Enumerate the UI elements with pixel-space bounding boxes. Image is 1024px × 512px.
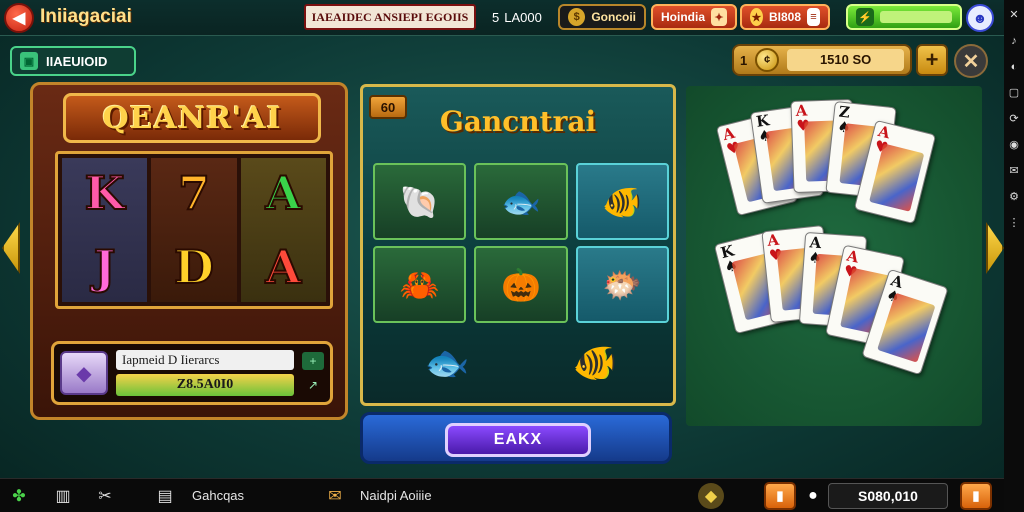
settings-icon[interactable]: ⚙ (1007, 190, 1021, 204)
app-title: Iniiagaciai (40, 6, 132, 27)
close-icon[interactable]: ✕ (1007, 8, 1021, 22)
more-icon[interactable]: ⋮ (1007, 216, 1021, 230)
fish-game-title: Gancntrai (439, 105, 597, 138)
reel-symbol: A (264, 239, 302, 295)
slot-info-label: Iapmeid D Iierarcs (116, 350, 294, 370)
energy-bar (880, 11, 952, 23)
top-bar: ◀ Iniiagaciai IAEAIDEC ANSIEPI EGOIIS 5 … (0, 0, 1004, 36)
plus-small-icon[interactable]: + (302, 352, 324, 370)
spin-bar: EAKX (360, 412, 672, 464)
gold-coin-icon: $ (568, 8, 586, 26)
shop-button[interactable]: ▮ (960, 482, 992, 510)
slot-game-panel[interactable]: QEANR'AI K J 7 D A A ◆ Iapmeid D Iierarc… (30, 82, 348, 420)
gift-icon: ✦ (711, 8, 727, 26)
side-rail: ✕ ♪ ◐ ▢ ⟳ ◉ ✉ ⚙ ⋮ (1004, 0, 1024, 512)
ticket-icon: ▮ (776, 488, 784, 503)
reel-symbol: A (264, 165, 302, 221)
camera-icon[interactable]: ◉ (1007, 138, 1021, 152)
fish-icon: 🐟 (474, 163, 568, 240)
close-button[interactable]: ✕ (954, 44, 988, 78)
bottom-label-1[interactable]: Gahcqas (192, 488, 244, 503)
shop-icon: ▮ (972, 488, 980, 503)
coin-balance-bar: 1 ¢ 1510 SO (732, 44, 912, 76)
clover-icon[interactable]: ✤ (8, 485, 30, 507)
reel: K J (62, 158, 148, 302)
mail-icon[interactable]: ✉ (324, 485, 346, 507)
fish-grid: 🐚 🦀 🐟 🎃 🐠 🐡 (373, 163, 669, 323)
spin-button[interactable]: EAKX (445, 423, 591, 457)
slot-title-banner: QEANR'AI (63, 93, 321, 143)
profile-icon: ☻ (972, 10, 988, 26)
fish-bottom-row: 🐟 🐠 (373, 331, 669, 395)
close-x-icon: ✕ (962, 50, 980, 73)
card-game-panel[interactable]: A ♥ K ♠ A ♥ Z ♠ A ♥ K ♠ A ♥ A ♠ A ♥ A ♠ (686, 86, 982, 426)
menu-icon: ≡ (807, 8, 820, 26)
chip-counter: 5 LA000 (492, 6, 542, 28)
speaker-icon[interactable]: ◐ (1007, 60, 1021, 74)
red2-label: BI808 (768, 10, 802, 24)
expand-icon[interactable]: ↗ (302, 376, 324, 394)
ticket-button[interactable]: ▮ (764, 482, 796, 510)
fish-game-panel[interactable]: 60 Gancntrai 🐚 🦀 🐟 🎃 🐠 🐡 🐟 🐠 (360, 84, 676, 406)
reel-symbol: J (93, 239, 117, 295)
reel: 7 D (151, 158, 237, 302)
chip-value: LA000 (504, 9, 542, 25)
tag-icon: ▣ (20, 52, 38, 70)
gold-label: Goncoii (591, 10, 636, 24)
category-tag-label: IIAEUIOID (46, 53, 108, 69)
add-coins-button[interactable]: + (916, 44, 948, 76)
promo-banner[interactable]: IAEAIDEC ANSIEPI EGOIIS (304, 4, 476, 30)
green-energy-pill[interactable]: ⚡ (846, 4, 962, 30)
star-icon: ★ (750, 8, 763, 26)
tuna-icon: 🐟 (424, 342, 470, 383)
coin-prefix: 1 (740, 52, 748, 68)
gift-box-icon[interactable]: ▤ (154, 485, 176, 507)
reel-symbol: K (84, 165, 126, 221)
pufferfish-icon: 🐡 (575, 246, 669, 323)
tools-icon[interactable]: ✂ (94, 485, 116, 507)
chip-prefix: 5 (492, 9, 500, 25)
next-arrow-button[interactable] (986, 222, 1004, 274)
piggy-bank-icon: ● (808, 487, 818, 504)
category-tag[interactable]: ▣ IIAEUIOID (10, 46, 136, 76)
bottom-label-2[interactable]: Naidpi Aoiiie (360, 488, 432, 503)
gem-icon: ◆ (60, 351, 108, 395)
music-icon[interactable]: ♪ (1007, 34, 1021, 48)
plus-icon: + (925, 47, 939, 72)
shell-icon: 🐚 (373, 163, 467, 240)
red-counter-pill[interactable]: ★ BI808 ≡ (740, 4, 830, 30)
bottom-bar: ✤ ▥ ✂ ▤ Gahcqas ✉ Naidpi Aoiiie ◆ ▮ ● S0… (0, 478, 1004, 512)
slot-reels: K J 7 D A A (55, 151, 333, 309)
slot-info-box: ◆ Iapmeid D Iierarcs Z8.5A0I0 + ↗ (51, 341, 333, 405)
back-button[interactable]: ◀ (4, 3, 34, 33)
crab-icon: 🦀 (373, 246, 467, 323)
red-label: Hoindia (661, 10, 705, 24)
reel-symbol: D (173, 239, 215, 295)
profile-button[interactable]: ☻ (966, 4, 994, 32)
gold-currency-pill[interactable]: $ Goncoii (558, 4, 646, 30)
back-arrow-icon: ◀ (12, 10, 26, 27)
sync-icon[interactable]: ⟳ (1007, 112, 1021, 126)
goldfish-icon: 🐠 (572, 342, 618, 383)
chat-icon[interactable]: ✉ (1007, 164, 1021, 178)
screen-icon[interactable]: ▢ (1007, 86, 1021, 100)
coin-icon: ¢ (755, 48, 780, 72)
red-promo-pill[interactable]: Hoindia ✦ (651, 4, 737, 30)
slot-info-value: Z8.5A0I0 (116, 374, 294, 396)
book-icon[interactable]: ▥ (52, 485, 74, 507)
energy-icon: ⚡ (856, 8, 874, 26)
tropical-fish-icon: 🐠 (575, 163, 669, 240)
reel-symbol: 7 (177, 165, 211, 221)
coin-value: 1510 SO (787, 49, 904, 71)
reel: A A (240, 158, 326, 302)
bell-icon[interactable]: ◆ (698, 483, 724, 509)
pumpkin-icon: 🎃 (474, 246, 568, 323)
slot-title: QEANR'AI (102, 100, 282, 136)
previous-arrow-button[interactable] (2, 222, 20, 274)
money-display: S080,010 (828, 483, 948, 509)
